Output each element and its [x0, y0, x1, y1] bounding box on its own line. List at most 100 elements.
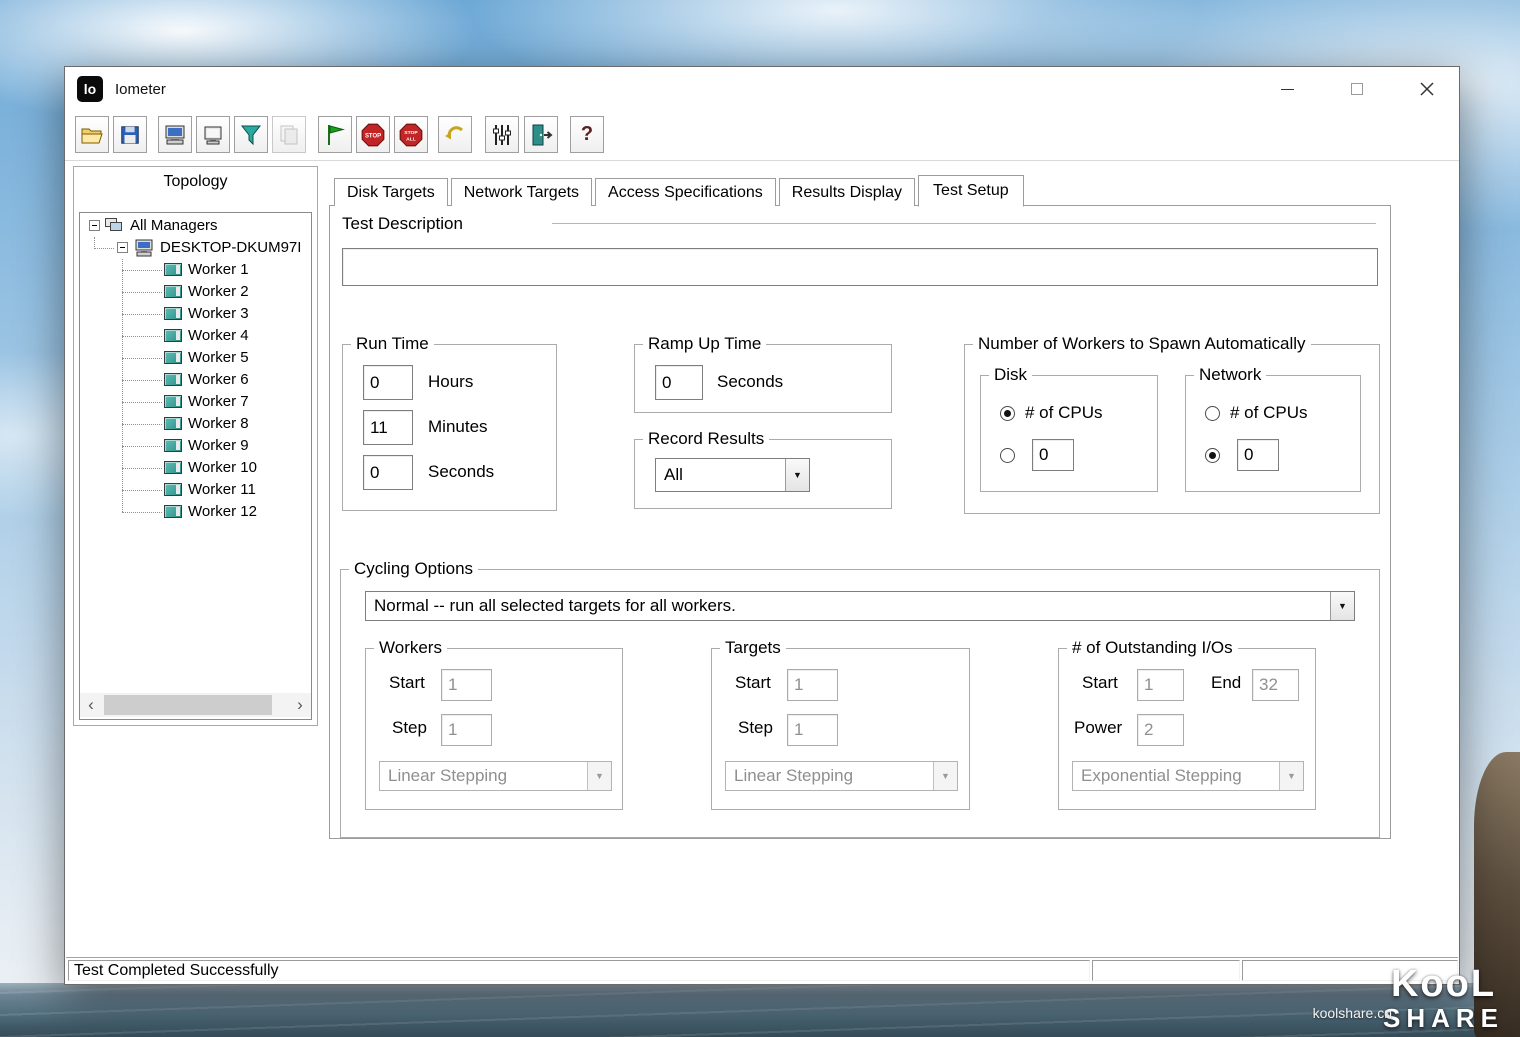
- tree-item-worker-4[interactable]: Worker 4: [80, 325, 311, 347]
- watermark-line1: KooL: [1383, 965, 1504, 1003]
- chevron-down-icon[interactable]: ▼: [1279, 762, 1303, 790]
- help-button[interactable]: ?: [570, 116, 604, 153]
- stop-all-tests-button[interactable]: STOPALL: [394, 116, 428, 153]
- maximize-icon: [1351, 83, 1363, 95]
- status-bar: Test Completed Successfully: [66, 957, 1458, 983]
- disk-count-input[interactable]: [1032, 439, 1074, 471]
- tree-item-worker-9[interactable]: Worker 9: [80, 435, 311, 457]
- tree-item-worker-12[interactable]: Worker 12: [80, 501, 311, 523]
- tree-item-worker-5[interactable]: Worker 5: [80, 347, 311, 369]
- duplicate-worker-button[interactable]: [272, 116, 306, 153]
- network-cpus-radio-label: # of CPUs: [1230, 403, 1307, 423]
- run-time-hours-input[interactable]: [363, 365, 413, 400]
- new-disk-worker-button[interactable]: [196, 116, 230, 153]
- toolbar: STOP STOPALL ?: [65, 111, 1459, 161]
- tree-connector: [122, 292, 162, 293]
- targets-stepping-select[interactable]: Linear Stepping ▼: [725, 761, 958, 791]
- stop-test-button[interactable]: STOP: [356, 116, 390, 153]
- tree-connector: [122, 512, 162, 513]
- open-file-button[interactable]: [75, 116, 109, 153]
- window-title: Iometer: [115, 67, 166, 111]
- maximize-button[interactable]: [1335, 67, 1379, 111]
- chevron-down-icon[interactable]: ▼: [1330, 592, 1354, 620]
- topology-panel: Topology All Managers DESKTOP-DKUM97I Wo…: [73, 166, 318, 726]
- tree-item-worker-8[interactable]: Worker 8: [80, 413, 311, 435]
- run-time-minutes-input[interactable]: [363, 410, 413, 445]
- ios-power-input[interactable]: [1137, 714, 1184, 746]
- disk-cpus-radio[interactable]: [1000, 406, 1015, 421]
- tree-item-worker-7[interactable]: Worker 7: [80, 391, 311, 413]
- tree-connector: [122, 446, 162, 447]
- tab-disk-targets[interactable]: Disk Targets: [334, 178, 448, 206]
- edit-access-spec-button[interactable]: [485, 116, 519, 153]
- iometer-window: lo Iometer STOP: [64, 66, 1460, 985]
- scroll-right-icon[interactable]: ›: [289, 693, 311, 717]
- new-network-worker-button[interactable]: [234, 116, 268, 153]
- spawn-disk-group-label: Disk: [989, 365, 1032, 385]
- ios-stepping-select[interactable]: Exponential Stepping ▼: [1072, 761, 1304, 791]
- save-floppy-icon: [119, 124, 141, 146]
- cycling-workers-group: Workers Start Step Linear Stepping ▼: [365, 648, 623, 810]
- scroll-left-icon[interactable]: ‹: [80, 693, 102, 717]
- disk-count-radio[interactable]: [1000, 448, 1015, 463]
- run-time-group-label: Run Time: [351, 334, 434, 354]
- record-results-select[interactable]: All ▼: [655, 458, 810, 492]
- exit-button[interactable]: [524, 116, 558, 153]
- tab-access-specifications[interactable]: Access Specifications: [595, 178, 776, 206]
- new-manager-button[interactable]: [158, 116, 192, 153]
- network-worker-icon: [239, 123, 263, 147]
- tree-item-all-managers[interactable]: All Managers: [80, 215, 311, 237]
- reset-workers-button[interactable]: [438, 116, 472, 153]
- workers-stepping-select[interactable]: Linear Stepping ▼: [379, 761, 612, 791]
- tree-item-worker-2[interactable]: Worker 2: [80, 281, 311, 303]
- cycling-mode-select[interactable]: Normal -- run all selected targets for a…: [365, 591, 1355, 621]
- chevron-down-icon[interactable]: ▼: [587, 762, 611, 790]
- worker-icon: [164, 461, 182, 474]
- workers-start-label: Start: [389, 673, 425, 693]
- tree-item-worker-3[interactable]: Worker 3: [80, 303, 311, 325]
- network-count-input[interactable]: [1237, 439, 1279, 471]
- targets-step-input[interactable]: [787, 714, 838, 746]
- disk-cpus-radio-label: # of CPUs: [1025, 403, 1102, 423]
- tree-item-manager[interactable]: DESKTOP-DKUM97I: [80, 237, 311, 259]
- tree-item-worker-11[interactable]: Worker 11: [80, 479, 311, 501]
- worker-icon: [164, 373, 182, 386]
- start-tests-button[interactable]: [318, 116, 352, 153]
- targets-start-input[interactable]: [787, 669, 838, 701]
- network-cpus-radio[interactable]: [1205, 406, 1220, 421]
- tree-item-worker-6[interactable]: Worker 6: [80, 369, 311, 391]
- tree-item-worker-1[interactable]: Worker 1: [80, 259, 311, 281]
- ios-end-label: End: [1211, 673, 1241, 693]
- ios-start-input[interactable]: [1137, 669, 1184, 701]
- tab-strip: Disk Targets Network Targets Access Spec…: [334, 174, 1027, 206]
- tab-results-display[interactable]: Results Display: [779, 178, 915, 206]
- scrollbar-thumb[interactable]: [104, 695, 272, 715]
- test-description-input[interactable]: [342, 248, 1378, 286]
- title-bar[interactable]: lo Iometer: [65, 67, 1459, 111]
- worker-icon: [164, 417, 182, 430]
- ios-power-label: Power: [1074, 718, 1122, 738]
- close-button[interactable]: [1405, 67, 1449, 111]
- tree-horizontal-scrollbar[interactable]: ‹ ›: [80, 693, 311, 717]
- tree-item-worker-10[interactable]: Worker 10: [80, 457, 311, 479]
- ios-start-label: Start: [1082, 673, 1118, 693]
- ramp-up-seconds-input[interactable]: [655, 365, 703, 400]
- run-time-seconds-input[interactable]: [363, 455, 413, 490]
- minimize-button[interactable]: [1265, 67, 1309, 111]
- sliders-icon: [490, 123, 514, 147]
- workers-start-input[interactable]: [441, 669, 492, 701]
- chevron-down-icon[interactable]: ▼: [785, 459, 809, 491]
- collapse-icon[interactable]: [117, 242, 128, 253]
- save-file-button[interactable]: [113, 116, 147, 153]
- tab-network-targets[interactable]: Network Targets: [451, 178, 592, 206]
- tab-test-setup[interactable]: Test Setup: [918, 175, 1024, 207]
- workers-step-input[interactable]: [441, 714, 492, 746]
- collapse-icon[interactable]: [89, 220, 100, 231]
- cycling-mode-value: Normal -- run all selected targets for a…: [366, 592, 1330, 620]
- worker-icon: [164, 351, 182, 364]
- ios-end-input[interactable]: [1252, 669, 1299, 701]
- chevron-down-icon[interactable]: ▼: [933, 762, 957, 790]
- outstanding-ios-group: # of Outstanding I/Os Start End Power Ex…: [1058, 648, 1316, 810]
- network-count-radio[interactable]: [1205, 448, 1220, 463]
- record-results-value: All: [656, 459, 785, 491]
